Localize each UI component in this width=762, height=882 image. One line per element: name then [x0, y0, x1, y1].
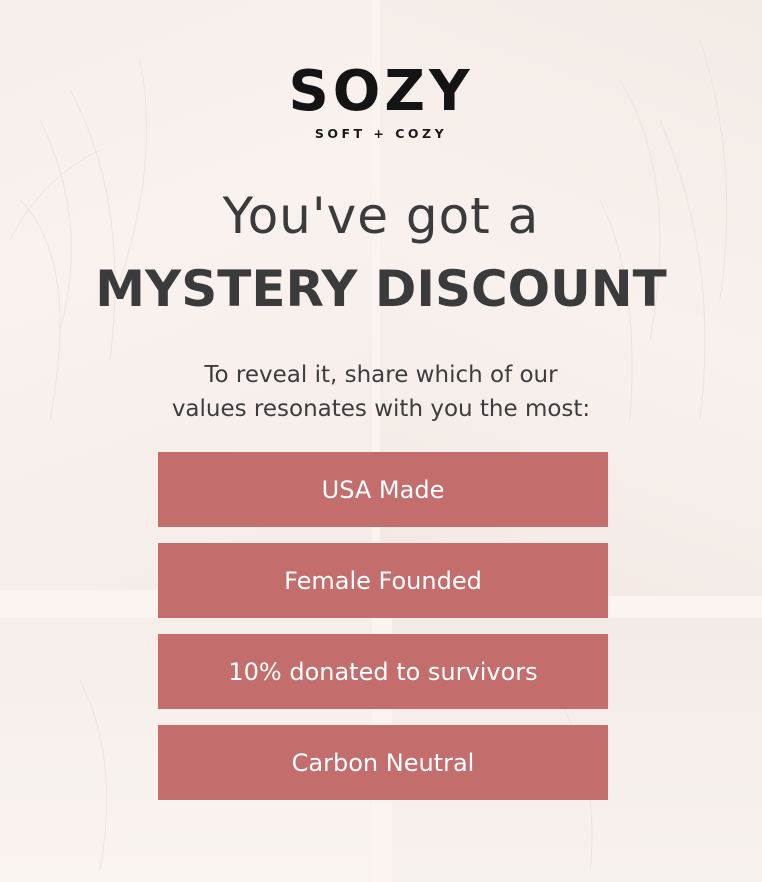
option-usa-made-button[interactable]: USA Made: [158, 452, 608, 527]
headline-intro: You've got a: [222, 187, 540, 245]
headline-offer: MYSTERY DISCOUNT: [95, 260, 667, 318]
option-female-founded-button[interactable]: Female Founded: [158, 543, 608, 618]
reveal-prompt-line-1: To reveal it, share which of our: [204, 362, 558, 388]
values-options: USA Made Female Founded 10% donated to s…: [158, 452, 608, 800]
option-carbon-neutral-button[interactable]: Carbon Neutral: [158, 725, 608, 800]
brand-logo: SOZY SOFT + COZY: [0, 59, 762, 142]
logo-tagline: SOFT + COZY: [314, 126, 448, 141]
logo-wordmark: SOZY: [288, 59, 474, 124]
discount-popup: SOZY SOFT + COZY You've got a MYSTERY DI…: [0, 0, 762, 882]
reveal-prompt: To reveal it, share which of our values …: [0, 358, 762, 426]
option-donated-to-survivors-button[interactable]: 10% donated to survivors: [158, 634, 608, 709]
reveal-prompt-line-2: values resonates with you the most:: [171, 396, 591, 422]
